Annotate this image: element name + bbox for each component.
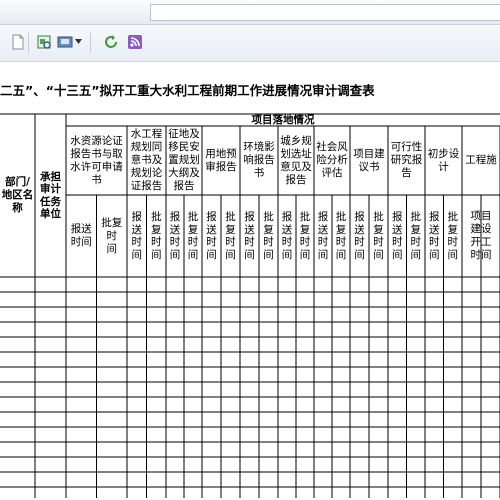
col-header-10: 初步设计 xyxy=(427,147,460,173)
toolbar-separator xyxy=(90,33,91,53)
col-header-6: 城乡规 划选址 意见及 报告 xyxy=(280,134,312,186)
sub-start-time: 项目 建设 开工 时间 xyxy=(470,210,492,261)
save-icon[interactable] xyxy=(57,34,73,50)
col-header-2: 水工程 规划同 意书及 规划论 证报告 xyxy=(130,128,163,192)
sub-report-time: 报送时间 xyxy=(392,211,403,261)
browser-titlebar xyxy=(0,0,500,25)
sub-approve-time: 批复时间 xyxy=(225,211,236,261)
refresh-icon[interactable] xyxy=(103,34,119,50)
audit-unit-header: 承担 审计 任务 单位 xyxy=(40,170,61,221)
sub-approve-time: 批复时间 xyxy=(263,211,274,261)
col-header-9: 可行性 研究报告 xyxy=(390,141,423,179)
sub-report-time: 报送时间 xyxy=(169,211,181,261)
sub-report-time: 报送时间 xyxy=(70,223,92,248)
page-icon[interactable] xyxy=(10,34,26,50)
col-header-8: 项目建 议书 xyxy=(353,147,385,173)
sub-approve-time: 批复时间 xyxy=(335,211,347,261)
col-header-11: 工程施 xyxy=(465,154,497,166)
sub-approve-time: 批复时间 xyxy=(151,211,162,261)
sub-approve-time: 批复时间 xyxy=(373,211,384,261)
project-group-header: 项目落地情况 xyxy=(251,114,315,126)
col-header-4: 用地预 审报告 xyxy=(205,147,237,173)
col-header-1: 水资源论证 报告书与取 水许可申请书 xyxy=(70,134,123,186)
sub-report-time: 报送时间 xyxy=(281,211,293,261)
document-area: 二五”、“十三五”拟开工重大水利工程前期工作进展情况审计调查表 部门/地区名称承… xyxy=(0,62,500,500)
sub-approve-time: 批复时间 xyxy=(299,211,311,261)
sub-approve-time: 批复时间 xyxy=(447,211,459,261)
col-header-7: 社会风 险分析 评估 xyxy=(316,141,348,179)
address-bar[interactable] xyxy=(150,4,500,21)
sub-report-time: 报送时间 xyxy=(206,211,217,261)
sub-report-time: 报送时间 xyxy=(244,211,255,261)
sub-report-time: 报送时间 xyxy=(429,211,440,261)
dept-name-header: 部门/地区名称 xyxy=(1,176,34,214)
toolbar-separator xyxy=(28,33,29,53)
feed-icon[interactable] xyxy=(127,34,143,50)
sub-approve-time: 批复时间 xyxy=(101,216,123,255)
col-header-3: 征地及 移民安 置规划 大纲及 报告 xyxy=(168,128,200,192)
sub-report-time: 报送时间 xyxy=(354,211,365,261)
sub-report-time: 报送时间 xyxy=(131,211,143,261)
sub-approve-time: 批复时间 xyxy=(187,211,199,261)
sub-approve-time: 批复时间 xyxy=(410,211,422,261)
print-preview-icon[interactable] xyxy=(36,34,52,50)
col-header-5: 环境影 响报告书 xyxy=(243,141,275,179)
dropdown-arrow-icon[interactable] xyxy=(75,39,82,45)
toolbar xyxy=(0,25,500,62)
sub-report-time: 报送时间 xyxy=(317,211,329,261)
